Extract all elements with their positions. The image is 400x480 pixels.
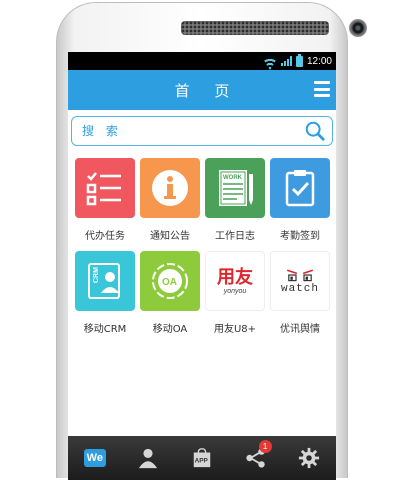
yonyou-logo-sub: yonyou: [223, 287, 247, 295]
tile-bg: CRM: [75, 251, 135, 311]
app-tile-checkin[interactable]: 考勤签到: [270, 158, 330, 242]
app-tile-oa[interactable]: OA 移动OA: [140, 251, 200, 335]
battery-icon: [295, 53, 303, 67]
oa-icon: OA: [152, 263, 188, 299]
crm-icon: CRM: [88, 263, 120, 299]
app-tile-work-log[interactable]: WORK 工作日志: [205, 158, 265, 242]
status-bar: 12:00: [68, 52, 336, 70]
we-icon: We: [83, 449, 106, 467]
front-camera: [349, 19, 367, 37]
yonyou-logo: 用友: [217, 266, 253, 288]
tile-bg: watch: [270, 251, 330, 311]
person-icon: [139, 448, 158, 469]
svg-text:OA: OA: [162, 277, 177, 288]
tab-contacts[interactable]: [128, 440, 168, 476]
tile-bg: WORK: [205, 158, 265, 218]
tile-label: 代办任务: [85, 231, 125, 242]
svg-text:WORK: WORK: [223, 175, 243, 181]
tab-apps[interactable]: APP: [182, 440, 222, 476]
tab-home[interactable]: We: [75, 440, 115, 476]
app-bag-icon: APP: [193, 448, 211, 468]
bottom-tab-bar: We APP 1: [68, 436, 336, 480]
app-header: 首 页: [68, 70, 336, 110]
signal-icon: [280, 56, 292, 66]
tile-label: 通知公告: [150, 231, 190, 242]
tile-label: 移动OA: [152, 324, 188, 335]
tile-label: 用友U8+: [213, 324, 257, 335]
tile-label: 工作日志: [215, 231, 255, 242]
checkin-clipboard-icon: [285, 170, 315, 207]
search-bar: [71, 116, 333, 146]
menu-line: [314, 81, 330, 84]
tile-bg: 用友 yonyou: [205, 251, 265, 311]
app-grid: 代办任务 通知公告 WORK 工作日志 考勤签到 CRM 移动CRM OA 移动…: [68, 152, 336, 335]
watch-eyes-icon: [286, 269, 314, 282]
tile-bg: [270, 158, 330, 218]
app-tile-notice[interactable]: 通知公告: [140, 158, 200, 242]
tile-label: 移动CRM: [83, 324, 127, 335]
work-log-icon: WORK: [219, 170, 253, 206]
notification-badge: 1: [258, 440, 272, 453]
menu-line: [314, 94, 330, 97]
tile-label: 优讯舆情: [280, 324, 320, 335]
page-title: 首 页: [174, 81, 240, 100]
tile-label: 考勤签到: [280, 231, 320, 242]
search-input[interactable]: [82, 124, 304, 138]
tile-bg: OA: [140, 251, 200, 311]
tab-share[interactable]: 1: [236, 440, 276, 476]
search-icon[interactable]: [304, 120, 326, 142]
tile-bg: [75, 158, 135, 218]
svg-text:CRM: CRM: [93, 267, 100, 283]
app-tile-tasks[interactable]: 代办任务: [75, 158, 135, 242]
menu-line: [314, 87, 330, 91]
task-list-icon: [86, 172, 121, 206]
search-area: [68, 110, 336, 152]
status-time: 12:00: [306, 55, 332, 67]
app-tile-watch[interactable]: watch 优讯舆情: [270, 251, 330, 335]
wifi-icon: [263, 56, 277, 66]
app-bag-text: APP: [195, 458, 209, 465]
info-icon: [152, 170, 188, 206]
tab-settings[interactable]: [289, 440, 329, 476]
app-tile-yonyou[interactable]: 用友 yonyou 用友U8+: [205, 251, 265, 335]
menu-button[interactable]: [314, 81, 330, 97]
app-tile-crm[interactable]: CRM 移动CRM: [75, 251, 135, 335]
speaker-grille: [181, 21, 329, 35]
gear-icon: [299, 447, 320, 469]
watch-logo: watch: [280, 283, 319, 295]
tile-bg: [140, 158, 200, 218]
phone-screen: 12:00 首 页 搜 索 代办任务 通知公告 WORK 工作日志 考勤签到 C…: [68, 52, 336, 480]
